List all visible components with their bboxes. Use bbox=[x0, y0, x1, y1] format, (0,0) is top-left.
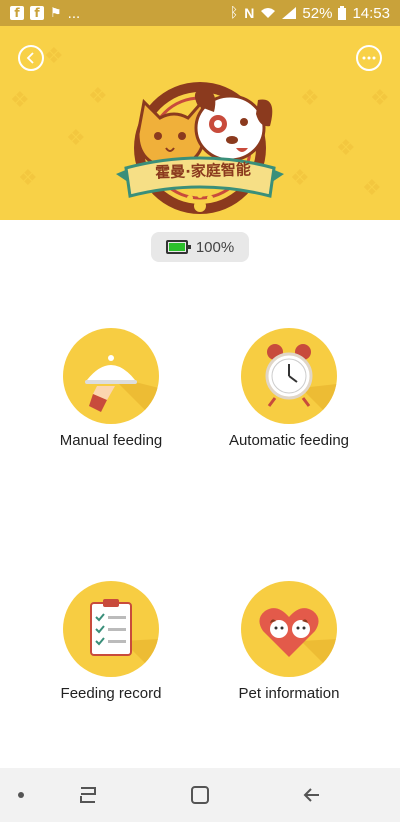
bluetooth-icon: ᛒ bbox=[229, 5, 239, 21]
app-header: ❖ ❖ ❖ ❖ ❖ ❖ ❖ ❖ ❖ ❖ 霍曼·家庭智能 bbox=[0, 26, 400, 220]
phone-battery-icon bbox=[338, 6, 347, 20]
recent-apps-icon[interactable] bbox=[77, 784, 99, 806]
facebook-icon: f bbox=[10, 6, 24, 20]
nfc-icon: N bbox=[244, 5, 255, 21]
paw-print-icon: ❖ bbox=[336, 136, 356, 161]
food-cloche-icon bbox=[63, 328, 159, 424]
manual-feeding-label: Manual feeding bbox=[59, 432, 163, 449]
paw-print-icon: ❖ bbox=[362, 176, 382, 201]
feeding-record-label: Feeding record bbox=[60, 685, 162, 702]
chevron-left-icon bbox=[26, 52, 34, 64]
paw-print-icon: ❖ bbox=[300, 86, 320, 111]
more-options-button[interactable] bbox=[356, 45, 382, 71]
heart-pets-icon bbox=[241, 581, 337, 677]
more-dots-icon bbox=[362, 56, 376, 60]
signal-icon bbox=[282, 7, 297, 19]
paw-print-icon: ❖ bbox=[88, 84, 108, 109]
status-notifications: f f ⚑ ... bbox=[10, 5, 80, 22]
manual-feeding-tile[interactable]: Manual feeding bbox=[21, 328, 201, 449]
status-system: ᛒ N 52% 14:53 bbox=[230, 5, 390, 22]
facebook-icon-2: f bbox=[30, 6, 44, 20]
wifi-icon bbox=[261, 8, 276, 18]
battery-percent: 52% bbox=[302, 4, 333, 22]
automatic-feeding-label: Automatic feeding bbox=[228, 432, 350, 449]
back-button[interactable] bbox=[18, 45, 44, 71]
back-arrow-icon[interactable] bbox=[301, 784, 323, 806]
alarm-clock-icon bbox=[241, 328, 337, 424]
device-battery-status: 100% bbox=[151, 232, 249, 262]
battery-level-fill bbox=[168, 243, 185, 251]
paw-print-icon: ❖ bbox=[66, 126, 86, 151]
pets-logo-illustration bbox=[116, 82, 284, 214]
status-bar: f f ⚑ ... ᛒ N 52% 14:53 bbox=[0, 0, 400, 26]
clock-time: 14:53 bbox=[352, 4, 390, 22]
home-icon[interactable] bbox=[189, 784, 211, 806]
automatic-feeding-tile[interactable]: Automatic feeding bbox=[199, 328, 379, 449]
brand-text: 霍曼·家庭智能 bbox=[154, 160, 252, 182]
battery-icon bbox=[165, 240, 191, 254]
feeding-record-tile[interactable]: Feeding record bbox=[21, 581, 201, 702]
notification-overflow: ... bbox=[67, 4, 81, 22]
pet-information-tile[interactable]: Pet information bbox=[199, 581, 379, 702]
paw-print-icon: ❖ bbox=[10, 88, 30, 113]
battery-label: 100% bbox=[195, 238, 235, 256]
paw-print-icon: ❖ bbox=[18, 166, 38, 191]
brand-logo: 霍曼·家庭智能 bbox=[110, 56, 290, 220]
pet-information-label: Pet information bbox=[238, 685, 340, 702]
notification-flag-icon: ⚑ bbox=[50, 5, 62, 21]
paw-print-icon: ❖ bbox=[290, 166, 310, 191]
clipboard-checklist-icon bbox=[63, 581, 159, 677]
system-nav-bar bbox=[0, 768, 400, 822]
paw-print-icon: ❖ bbox=[370, 86, 390, 111]
paw-print-icon: ❖ bbox=[44, 44, 64, 69]
nav-dot-icon[interactable] bbox=[17, 791, 25, 799]
